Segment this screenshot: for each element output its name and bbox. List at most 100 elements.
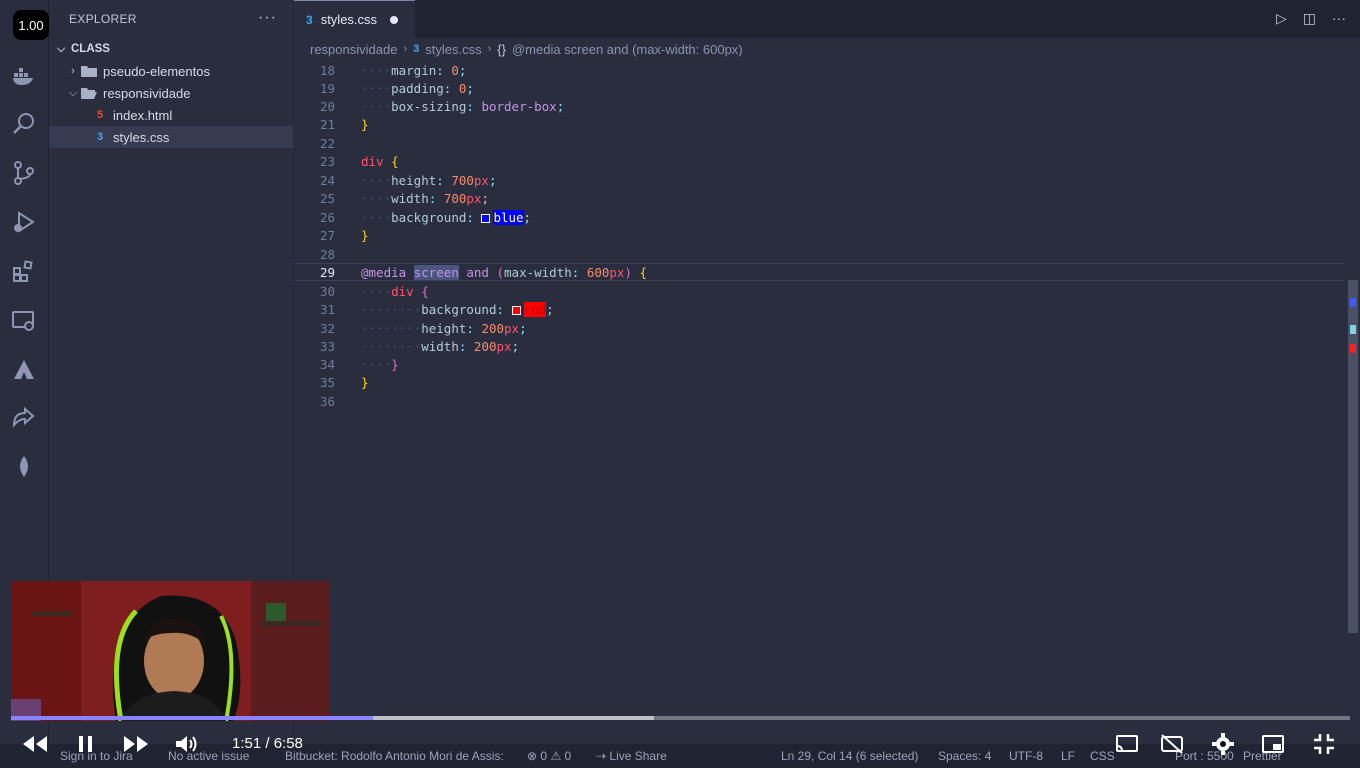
code-line: 32 ········height: 200px; <box>294 319 1344 337</box>
explorer-header: EXPLORER <box>49 0 293 38</box>
tab-bar: 3 styles.css ▷ ◫ ··· <box>294 0 1360 38</box>
file-styles-css[interactable]: 3 styles.css <box>49 126 293 148</box>
code-line: 23 div { <box>294 152 1344 170</box>
captions-off-icon[interactable] <box>1158 732 1186 756</box>
line-number: 23 <box>319 153 335 169</box>
exit-fullscreen-icon[interactable] <box>1310 732 1338 756</box>
presenter-video-frame <box>11 581 330 721</box>
css3-icon: 3 <box>306 12 313 27</box>
chevron-down-icon: ⌵ <box>56 42 66 55</box>
source-control-icon[interactable] <box>9 158 39 188</box>
chevron-right-icon: › <box>71 65 75 77</box>
remote-explorer-icon[interactable] <box>9 306 39 336</box>
breadcrumb-folder[interactable]: responsividade <box>310 42 397 57</box>
line-number: 31 <box>319 301 335 317</box>
video-progress-bar[interactable] <box>11 716 1350 720</box>
line-number: 27 <box>319 227 335 243</box>
playback-speed-badge[interactable]: 1.00 <box>13 10 49 40</box>
more-actions-icon[interactable]: ··· <box>1332 10 1346 27</box>
code-editor[interactable]: 18 ····margin: 0; 19 ····padding: 0; 20 ···… <box>294 60 1344 710</box>
video-time-display: 1:51 / 6:58 <box>232 735 303 752</box>
code-line: 24 ····height: 700px; <box>294 171 1344 189</box>
line-number: 21 <box>319 116 335 132</box>
code-line: 27} <box>294 226 1344 244</box>
code-line: 33 ········width: 200px; <box>294 337 1344 355</box>
atlassian-icon[interactable] <box>9 355 39 385</box>
code-line: 19 ····padding: 0; <box>294 79 1344 97</box>
app-window: 1.00 EXPLORER ··· ⌵ CLASS › pseudo-eleme… <box>0 0 1360 768</box>
line-number: 32 <box>319 320 335 336</box>
extensions-icon[interactable] <box>9 256 39 286</box>
unsaved-dot-icon[interactable] <box>390 15 399 24</box>
folder-icon <box>81 66 97 77</box>
miniplayer-icon[interactable] <box>1259 732 1287 756</box>
folder-responsividade[interactable]: ⌵ responsividade <box>49 82 293 104</box>
color-swatch[interactable] <box>481 213 491 223</box>
chevron-down-icon: ⌵ <box>68 86 78 99</box>
line-number: 19 <box>319 80 335 96</box>
editor-area: 3 styles.css ▷ ◫ ··· responsividade › 3 … <box>294 0 1360 768</box>
tab-label: styles.css <box>320 12 378 27</box>
code-line: 36 <box>294 392 1344 410</box>
line-number: 33 <box>319 338 335 354</box>
line-number: 24 <box>319 172 335 188</box>
html5-icon: 5 <box>96 109 104 121</box>
workspace-root-label: CLASS <box>71 43 110 55</box>
color-swatch[interactable] <box>511 305 521 315</box>
code-line: 18 ····margin: 0; <box>294 61 1344 79</box>
breadcrumb: responsividade › 3 styles.css › {} @medi… <box>294 38 1360 60</box>
pause-icon[interactable] <box>73 732 99 756</box>
css3-icon: 3 <box>413 43 420 55</box>
code-line: 35} <box>294 373 1344 391</box>
line-number: 18 <box>319 62 335 78</box>
workspace-root[interactable]: ⌵ CLASS <box>49 38 293 60</box>
folder-label: pseudo-elementos <box>103 63 210 79</box>
rewind-icon[interactable] <box>20 732 50 756</box>
symbol-namespace-icon: {} <box>497 41 506 57</box>
overview-ruler-mark <box>1350 298 1356 307</box>
editor-actions: ▷ ◫ ··· <box>1276 10 1346 27</box>
mongodb-leaf-icon[interactable] <box>9 452 39 482</box>
chevron-right-icon: › <box>403 43 408 55</box>
breadcrumb-symbol[interactable]: @media screen and (max-width: 600px) <box>512 42 743 57</box>
run-icon[interactable]: ▷ <box>1276 10 1287 27</box>
volume-icon[interactable] <box>172 732 202 756</box>
overview-ruler-mark <box>1350 344 1356 353</box>
line-number: 22 <box>319 135 335 151</box>
code-line: 26 ····background: blue; <box>294 208 1344 226</box>
docker-icon[interactable] <box>9 61 39 91</box>
settings-gear-icon[interactable] <box>1209 732 1237 756</box>
code-line-active: 29 @media screen and (max-width: 600px) { <box>294 263 1344 281</box>
video-played-bar <box>11 716 373 720</box>
line-number: 20 <box>319 98 335 114</box>
code-line: 25 ····width: 700px; <box>294 189 1344 207</box>
vertical-scrollbar[interactable] <box>1346 60 1360 710</box>
split-editor-icon[interactable]: ◫ <box>1303 10 1316 27</box>
explorer-title: EXPLORER <box>69 12 137 26</box>
file-index-html[interactable]: 5 index.html <box>49 104 293 126</box>
line-number: 28 <box>319 246 335 262</box>
chevron-right-icon: › <box>487 43 492 55</box>
explorer-more-button[interactable]: ··· <box>258 9 277 27</box>
webcam-overlay <box>11 581 330 721</box>
code-line: 28 <box>294 245 1344 263</box>
code-line: 31 ········background: red; <box>294 300 1344 318</box>
code-line: 34 ····} <box>294 355 1344 373</box>
folder-label: responsividade <box>103 85 191 101</box>
file-label: index.html <box>113 107 173 123</box>
cast-icon[interactable] <box>1113 732 1141 756</box>
run-debug-icon[interactable] <box>9 207 39 237</box>
line-number: 26 <box>319 209 335 225</box>
code-line: 21} <box>294 115 1344 133</box>
line-number: 36 <box>319 393 335 409</box>
fast-forward-icon[interactable] <box>121 732 151 756</box>
live-share-icon[interactable] <box>9 403 39 433</box>
line-number: 25 <box>319 190 335 206</box>
tab-styles-css[interactable]: 3 styles.css <box>294 0 415 38</box>
breadcrumb-file[interactable]: styles.css <box>425 42 481 57</box>
folder-pseudo-elementos[interactable]: › pseudo-elementos <box>49 60 293 82</box>
code-line: 30 ····div { <box>294 282 1344 300</box>
video-controls <box>0 722 1360 766</box>
css3-icon: 3 <box>96 131 104 143</box>
search-icon[interactable] <box>9 109 39 139</box>
